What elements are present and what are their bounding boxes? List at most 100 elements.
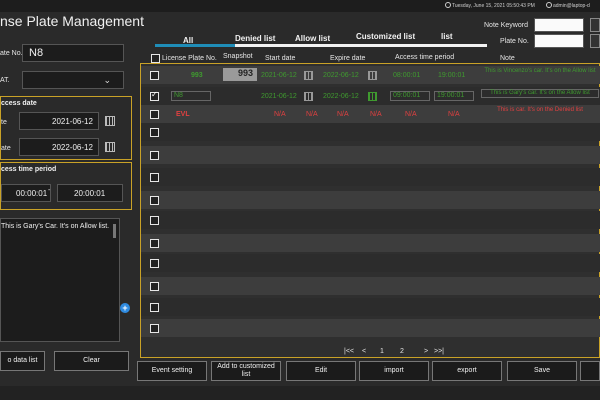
add-to-customized-list-button[interactable]: Add to customized list — [211, 361, 281, 381]
row-checkbox[interactable] — [150, 239, 159, 248]
pagination-next[interactable]: > — [424, 348, 428, 355]
row-plate: 993 — [191, 72, 203, 79]
save-button[interactable]: Save — [507, 361, 577, 381]
pagination-page-2[interactable]: 2 — [400, 348, 404, 355]
tab-active-indicator — [155, 44, 235, 47]
category-label: AT. — [0, 77, 10, 84]
row-note[interactable]: This is Gary's car. It's on the Allow li… — [481, 89, 599, 98]
bottom-bar — [0, 386, 600, 400]
row-checkbox[interactable] — [150, 196, 159, 205]
extra-button[interactable] — [580, 361, 600, 381]
table-row[interactable] — [141, 191, 600, 209]
access-time-title: cess time period — [1, 166, 57, 173]
table-row[interactable] — [141, 234, 600, 252]
calendar-icon[interactable] — [105, 116, 115, 126]
calendar-icon[interactable] — [105, 142, 115, 152]
clock-text: Tuesday, June 15, 2021 05:50:43 PM — [452, 3, 535, 9]
note-keyword-input[interactable] — [534, 18, 584, 32]
note-scrollbar[interactable] — [113, 224, 116, 238]
filter-plate-label: Plate No. — [500, 38, 529, 45]
table-row[interactable] — [141, 277, 600, 295]
time-from-input[interactable]: 00:00:01 — [1, 184, 51, 202]
clock-icon — [445, 2, 451, 8]
add-to-data-list-button[interactable]: o data list — [0, 351, 45, 371]
table-row[interactable] — [141, 319, 600, 337]
end-date-input[interactable]: 2022-06-12 — [19, 138, 99, 156]
end-date-label: ate — [1, 145, 11, 152]
row-start-date: 2021-06-12 — [261, 93, 297, 100]
user-icon — [546, 2, 552, 8]
access-date-title: ccess date — [1, 100, 37, 107]
tab-track — [235, 44, 487, 47]
pagination-first[interactable]: |<< — [344, 348, 354, 355]
table-row[interactable]: 993 993 2021-06-12 2022-06-12 08:00:01 1… — [141, 66, 600, 84]
event-setting-button[interactable]: Event setting — [137, 361, 207, 381]
data-table: 993 993 2021-06-12 2022-06-12 08:00:01 1… — [140, 63, 600, 358]
col-snapshot: Snapshot — [223, 53, 253, 60]
tab-customized[interactable]: Customized list — [356, 32, 415, 41]
row-time-from: 08:00:01 — [393, 72, 421, 79]
user-text: admin@laptop-d — [553, 3, 590, 9]
snapshot-thumbnail[interactable]: 993 — [223, 68, 257, 81]
start-date-input[interactable]: 2021-06-12 — [19, 112, 99, 130]
col-time: Access time period — [395, 54, 455, 61]
table-row[interactable] — [141, 123, 600, 141]
row-checkbox[interactable] — [150, 324, 159, 333]
row-expire-date-2: N/A — [370, 111, 382, 118]
row-time-from[interactable]: 09:00:01 — [390, 91, 430, 101]
row-checkbox[interactable] — [150, 71, 159, 80]
row-checkbox[interactable] — [150, 110, 159, 119]
status-bar: Tuesday, June 15, 2021 05:50:43 PM admin… — [0, 0, 600, 12]
calendar-icon[interactable] — [304, 92, 313, 101]
table-row[interactable] — [141, 168, 600, 186]
row-checkbox[interactable] — [150, 151, 159, 160]
table-row[interactable] — [141, 211, 600, 229]
filter-button[interactable] — [590, 34, 600, 48]
pagination-page-1[interactable]: 1 — [380, 348, 384, 355]
tab-denied[interactable]: Denied list — [235, 34, 275, 43]
edit-button[interactable]: Edit — [286, 361, 356, 381]
table-row[interactable]: EVL N/A N/A N/A N/A N/A N/A This is car.… — [141, 105, 600, 123]
clear-button[interactable]: Clear — [54, 351, 129, 371]
time-to-input[interactable]: 20:00:01 — [57, 184, 123, 202]
row-checkbox[interactable] — [150, 303, 159, 312]
plate-input[interactable]: N8 — [22, 44, 124, 62]
filter-plate-input[interactable] — [534, 34, 584, 48]
page-title: nse Plate Management — [0, 13, 144, 29]
table-row[interactable] — [141, 146, 600, 164]
row-plate: EVL — [176, 111, 190, 118]
row-checkbox[interactable] — [150, 282, 159, 291]
row-checkbox[interactable] — [150, 128, 159, 137]
add-icon[interactable]: + — [120, 303, 130, 313]
table-row[interactable] — [141, 298, 600, 316]
row-checkbox[interactable] — [150, 173, 159, 182]
select-all-checkbox[interactable] — [151, 54, 160, 63]
row-note: This is Vincenzo's car. It's on the Allo… — [484, 68, 596, 74]
pagination-last[interactable]: >>| — [434, 348, 444, 355]
note-textarea[interactable]: This is Gary's Car. It's on Allow list. — [0, 218, 120, 342]
row-expire-date: 2022-06-12 — [323, 72, 359, 79]
access-time-group: cess time period 00:00:01 - 20:00:01 — [0, 162, 132, 210]
filter-button[interactable] — [590, 18, 600, 32]
row-checkbox[interactable] — [150, 259, 159, 268]
tab-customized-line2: list — [441, 32, 453, 41]
table-row[interactable] — [141, 254, 600, 272]
chevron-down-icon: ⌄ — [103, 75, 111, 85]
calendar-icon[interactable] — [304, 71, 313, 80]
row-checkbox[interactable] — [150, 216, 159, 225]
access-date-group: ccess date te 2021-06-12 ate 2022-06-12 — [0, 96, 132, 160]
col-expire: Expire date — [330, 55, 366, 62]
row-time-to[interactable]: 19:00:01 — [434, 91, 474, 101]
export-button[interactable]: export — [432, 361, 502, 381]
row-plate[interactable]: N8 — [171, 91, 211, 101]
row-time-to: 19:00:01 — [438, 72, 466, 79]
row-checkbox[interactable] — [150, 90, 159, 101]
calendar-icon[interactable] — [368, 92, 377, 101]
import-button[interactable]: import — [359, 361, 429, 381]
table-row[interactable]: N8 2021-06-12 2022-06-12 09:00:01 19:00:… — [141, 87, 600, 105]
pagination-prev[interactable]: < — [362, 348, 366, 355]
calendar-icon[interactable] — [368, 71, 377, 80]
tab-allow[interactable]: Allow list — [295, 34, 330, 43]
category-select[interactable]: ⌄ — [22, 71, 124, 89]
time-separator: - — [48, 187, 51, 194]
